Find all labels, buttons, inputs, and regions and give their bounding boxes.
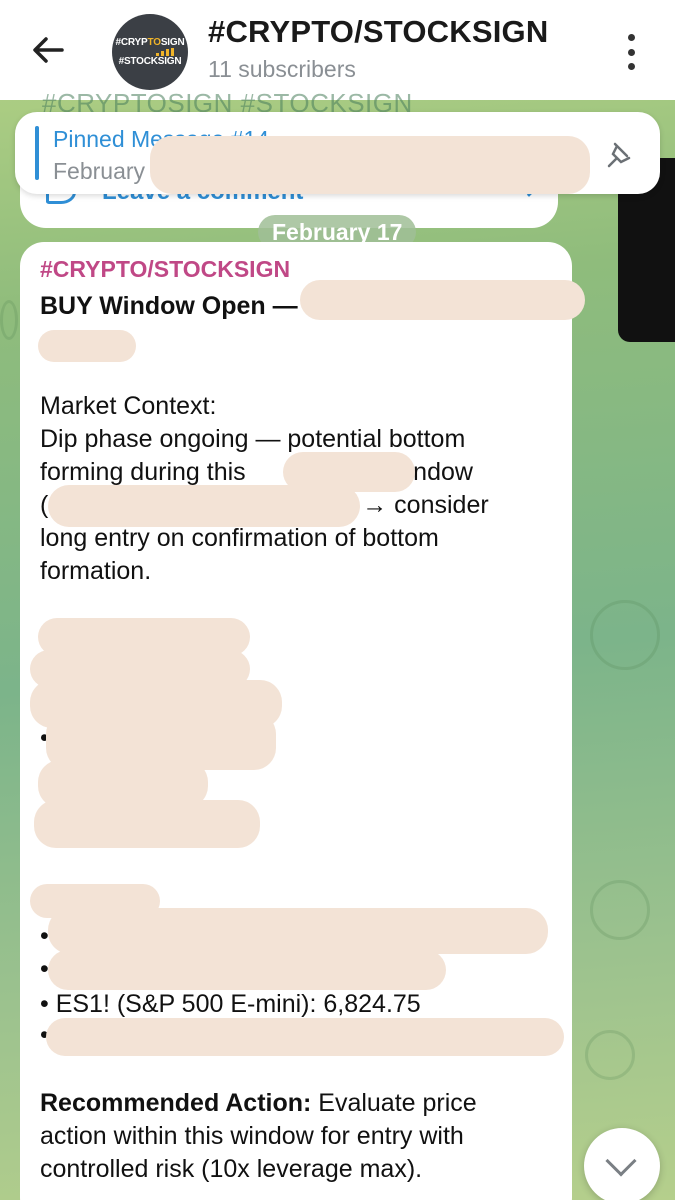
- redaction: [38, 330, 136, 362]
- message-channel-name[interactable]: #CRYPTO/STOCKSIGN: [40, 256, 290, 283]
- more-vertical-icon: [627, 34, 635, 41]
- more-menu-button[interactable]: [616, 34, 646, 70]
- redaction: [48, 950, 446, 990]
- subscriber-count: 11 subscribers: [208, 56, 356, 82]
- redaction: [34, 800, 260, 848]
- pinned-preview: February: [53, 158, 146, 184]
- context-label: Market Context:: [40, 392, 217, 420]
- message-line: long entry on confirmation of bottom: [40, 524, 439, 552]
- background-doodle: [585, 1030, 635, 1080]
- es-price-line: • ES1! (S&P 500 E-mini): 6,824.75: [40, 990, 421, 1018]
- redaction: [46, 1018, 564, 1056]
- avatar-logo-line1: #CRYPTOSIGN: [115, 37, 185, 48]
- avatar-bars-icon: [156, 48, 174, 56]
- background-doodle: [590, 600, 660, 670]
- redaction: [150, 136, 590, 194]
- background-doodle: [590, 880, 650, 940]
- avatar-logo-line2: #STOCKSIGN: [118, 56, 182, 67]
- channel-avatar[interactable]: #CRYPTOSIGN #STOCKSIGN: [112, 14, 188, 90]
- chevron-down-icon: [605, 1145, 637, 1177]
- channel-title[interactable]: #CRYPTO/STOCKSIGN: [208, 14, 548, 50]
- message-headline: BUY Window Open —: [40, 292, 298, 320]
- back-button[interactable]: [28, 30, 68, 70]
- message-line: controlled risk (10x leverage max).: [40, 1155, 423, 1183]
- message-line: action within this window for entry with: [40, 1122, 464, 1150]
- background-doodle: [0, 300, 18, 340]
- message-line: formation.: [40, 557, 152, 585]
- pin-icon[interactable]: [605, 140, 635, 170]
- message-line: Dip phase ongoing — potential bottom: [40, 425, 466, 453]
- redaction: [300, 280, 585, 320]
- redaction: [48, 485, 360, 527]
- redaction: [48, 908, 548, 954]
- chat-header: #CRYPTOSIGN #STOCKSIGN #CRYPTO/STOCKSIGN…: [0, 0, 675, 100]
- back-arrow-icon: [33, 37, 64, 63]
- pinned-indicator: [35, 126, 39, 180]
- recommended-action: Recommended Action: Evaluate price: [40, 1089, 477, 1117]
- scroll-down-button[interactable]: [584, 1128, 660, 1200]
